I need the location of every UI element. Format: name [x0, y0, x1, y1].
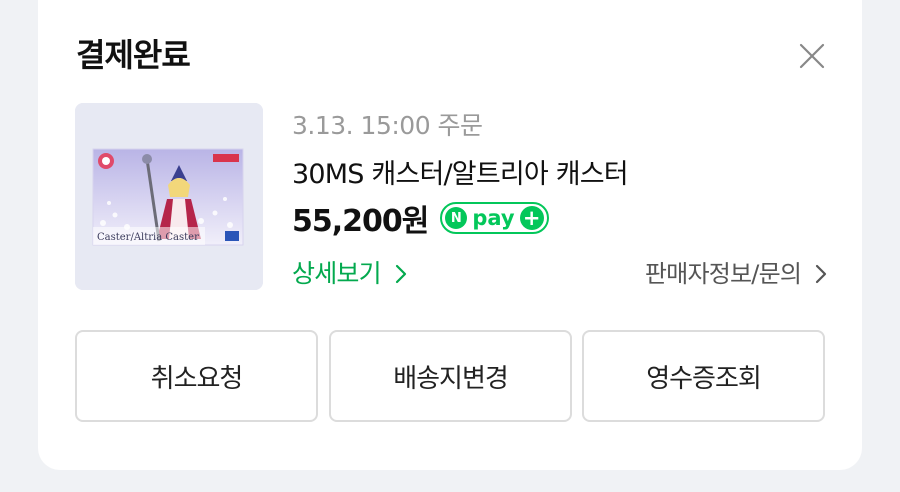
receipt-button[interactable]: 영수증조회: [582, 330, 825, 422]
detail-link[interactable]: 상세보기: [292, 254, 408, 290]
chevron-right-icon: [815, 264, 827, 284]
npay-label: pay: [472, 206, 515, 230]
npay-n-icon: N: [445, 207, 468, 229]
change-address-button[interactable]: 배송지변경: [329, 330, 572, 422]
price-row: 55,200원 N pay +: [292, 196, 549, 240]
order-date: 3.13. 15:00 주문: [292, 111, 483, 140]
product-thumbnail[interactable]: Caster/Altria Caster: [75, 103, 263, 290]
detail-link-label: 상세보기: [292, 259, 382, 288]
seller-info-label: 판매자정보/문의: [644, 260, 802, 288]
npay-plus-badge: N pay +: [440, 202, 549, 234]
thumbnail-caption: Caster/Altria Caster: [97, 232, 199, 243]
chevron-right-icon: [395, 264, 407, 284]
cancel-request-button[interactable]: 취소요청: [75, 330, 318, 422]
product-name[interactable]: 30MS 캐스터/알트리아 캐스터: [292, 152, 629, 191]
close-icon[interactable]: [798, 42, 826, 70]
action-buttons: 취소요청 배송지변경 영수증조회: [75, 330, 825, 422]
seller-info-link[interactable]: 판매자정보/문의: [645, 254, 828, 289]
page-title: 결제완료: [76, 36, 191, 74]
price: 55,200원: [292, 204, 429, 239]
payment-complete-card: 결제완료 Caster/Altria Caster 3.13. 15:00 주문…: [38, 0, 862, 470]
plus-icon: +: [519, 206, 544, 230]
